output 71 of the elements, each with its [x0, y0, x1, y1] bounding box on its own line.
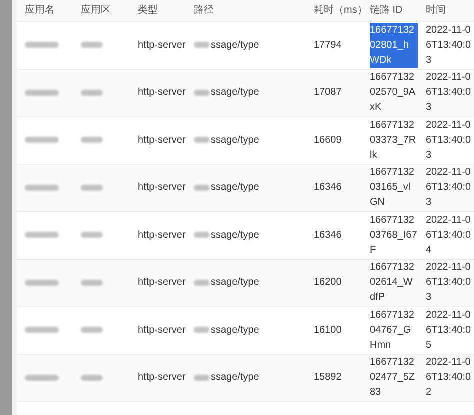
- table-cell-text: 2022-11-06T13:40:05: [425, 308, 472, 353]
- column-header: 耗时（ms）: [313, 4, 362, 18]
- blurred-text: [194, 184, 210, 191]
- table-cell-text: 16100: [313, 324, 343, 338]
- table-cell-text: http-server: [137, 134, 186, 148]
- blurred-text: [81, 327, 103, 334]
- blurred-text: [25, 232, 59, 238]
- table-cell-text: ssage/type: [211, 134, 260, 148]
- table-cell-text: 16346: [313, 228, 343, 243]
- blurred-text: [25, 137, 59, 144]
- blurred-text: [194, 90, 210, 96]
- table-cell-text: 2022-11-06T13:40:04: [425, 214, 472, 258]
- table-cell-text: ssage/type: [211, 38, 260, 53]
- column-header: 类型: [137, 4, 159, 18]
- table-cell-text: http-server: [137, 324, 186, 338]
- column-header: 路径: [193, 4, 215, 18]
- blurred-text: [194, 327, 210, 334]
- blurred-text: [25, 374, 59, 381]
- trace-id: 1667713202477_5Z83: [370, 356, 416, 400]
- table-cell-text: 16200: [313, 276, 343, 290]
- blurred-text: [81, 232, 103, 238]
- trace-id: 1667713202614_WdfP: [370, 261, 416, 306]
- table-cell-text: ssage/type: [211, 86, 260, 100]
- table-cell-text: http-server: [137, 228, 186, 243]
- blurred-text: [25, 280, 59, 286]
- blurred-text: [194, 42, 210, 48]
- table-cell-text: ssage/type: [211, 276, 260, 290]
- blurred-text: [81, 184, 103, 191]
- table-cell-text: 17087: [313, 86, 343, 100]
- blurred-text: [81, 280, 103, 286]
- blurred-text: [194, 137, 210, 144]
- trace-id: 1667713202570_9AxK: [370, 71, 417, 116]
- blurred-text: [25, 42, 59, 48]
- table-cell-text: http-server: [137, 181, 186, 196]
- table-cell-text: 2022-11-06T13:40:03: [425, 118, 472, 163]
- table-cell-text: http-server: [137, 38, 186, 53]
- trace-id: 1667713204767_GHmn: [370, 308, 416, 353]
- column-header: 应用区: [80, 4, 112, 18]
- table-cell-text: 2022-11-06T13:40:03: [425, 71, 472, 116]
- table-cell-text: ssage/type: [211, 324, 260, 338]
- table-cell-text: 17794: [313, 38, 343, 53]
- table-cell-text: ssage/type: [211, 181, 260, 196]
- blurred-text: [81, 137, 103, 144]
- blurred-text: [194, 280, 210, 286]
- blurred-text: [25, 327, 59, 334]
- table-cell-text: http-server: [137, 276, 186, 290]
- blurred-text: [81, 374, 103, 381]
- trace-id: 1667713203373_7Rlk: [370, 118, 418, 163]
- trace-id: 1667713203768_I67F: [370, 214, 418, 258]
- table-cell-text: ssage/type: [211, 371, 260, 386]
- table-cell-text: ssage/type: [211, 228, 260, 243]
- blurred-text: [194, 232, 210, 238]
- blurred-text: [25, 90, 59, 96]
- blurred-text: [81, 90, 103, 96]
- table-cell-text: 2022-11-06T13:40:02: [425, 356, 472, 400]
- table-cell-text: 16609: [313, 134, 343, 148]
- column-header: 应用名: [24, 4, 56, 18]
- table-cell-text: http-server: [137, 86, 186, 100]
- trace-id: 1667713202801_hWDk: [370, 22, 418, 68]
- table-cell-text: 2022-11-06T13:40:03: [425, 166, 472, 210]
- blurred-text: [25, 184, 59, 191]
- table-cell-text: 15892: [313, 371, 343, 386]
- trace-id: 1667713203165_vlGN: [370, 166, 416, 210]
- column-header: 链路 ID: [369, 4, 404, 18]
- blurred-text: [81, 42, 103, 48]
- table-cell-text: 2022-11-06T13:40:03: [425, 24, 472, 68]
- blurred-text: [194, 374, 210, 381]
- column-header: 时间: [425, 4, 447, 18]
- table-cell-text: http-server: [137, 371, 186, 386]
- table-cell-text: 16346: [313, 181, 343, 196]
- table-cell-text: 2022-11-06T13:40:03: [425, 261, 472, 306]
